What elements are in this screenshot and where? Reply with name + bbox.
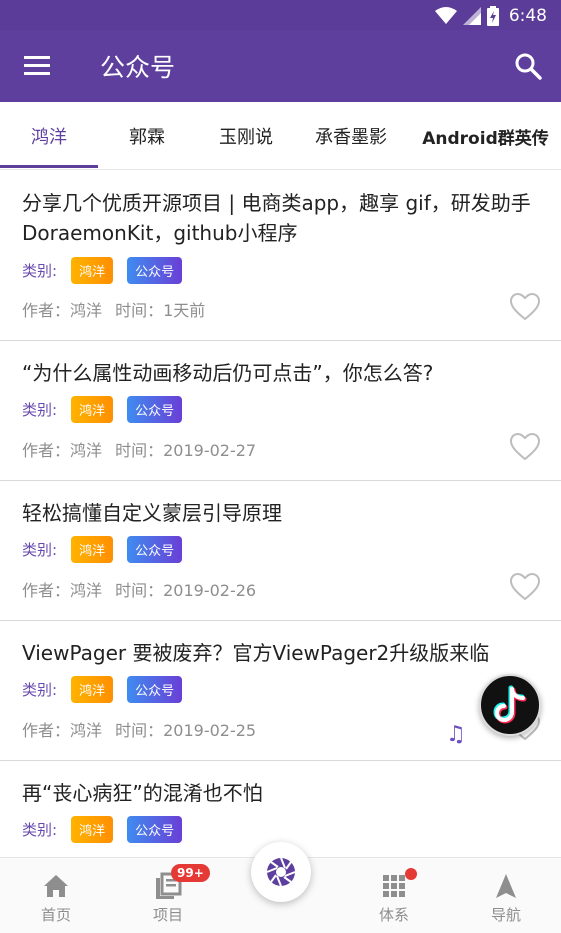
menu-button[interactable] xyxy=(22,52,54,80)
heart-icon[interactable] xyxy=(509,572,541,602)
nav-system-label: 体系 xyxy=(378,906,409,924)
battery-icon xyxy=(486,6,499,26)
category-label: 类别: xyxy=(22,681,58,699)
article-tags: 类别: 鸿洋 公众号 xyxy=(22,396,183,423)
category-label: 类别: xyxy=(22,401,58,419)
center-fab-button[interactable] xyxy=(251,842,311,902)
article-time: 时间：1天前 xyxy=(115,301,206,320)
channel-tag[interactable]: 公众号 xyxy=(127,536,183,563)
article-title: 分享几个优质开源项目 | 电商类app，趣享 gif，研发助手DoraemonK… xyxy=(22,191,531,245)
category-label: 类别: xyxy=(22,541,58,559)
tab-indicator xyxy=(0,165,98,168)
nav-system[interactable]: 体系 xyxy=(349,858,439,933)
channel-tag[interactable]: 公众号 xyxy=(127,676,183,703)
app-bar: 公众号 xyxy=(0,30,561,102)
heart-icon[interactable] xyxy=(509,292,541,322)
tab-guolin[interactable]: 郭霖 xyxy=(98,102,196,170)
article-time: 时间：2019-02-25 xyxy=(115,721,257,740)
grid-icon xyxy=(383,875,405,897)
author-tag[interactable]: 鸿洋 xyxy=(71,676,114,703)
channel-tag[interactable]: 公众号 xyxy=(127,396,183,423)
nav-navigation[interactable]: 导航 xyxy=(461,858,551,933)
status-time: 6:48 xyxy=(508,6,547,26)
article-card[interactable]: 轻松搞懂自定义蒙层引导原理 类别: 鸿洋 公众号 作者：鸿洋 时间：2019-0… xyxy=(0,481,561,621)
article-author: 作者：鸿洋 xyxy=(22,441,103,460)
search-icon xyxy=(515,53,542,80)
article-tags: 类别: 鸿洋 公众号 xyxy=(22,536,183,563)
wifi-icon xyxy=(434,7,457,25)
nav-project[interactable]: 99+ 项目 xyxy=(123,858,213,933)
signal-icon xyxy=(462,7,481,25)
heart-icon[interactable] xyxy=(509,432,541,462)
article-title: 轻松搞懂自定义蒙层引导原理 xyxy=(22,501,282,525)
channel-tag[interactable]: 公众号 xyxy=(127,816,183,843)
author-tag[interactable]: 鸿洋 xyxy=(71,816,114,843)
tiktok-floating-button[interactable] xyxy=(479,674,541,736)
article-title: 再“丧心病狂”的混淆也不怕 xyxy=(22,781,263,805)
status-icons: 6:48 xyxy=(434,5,547,27)
nav-home-label: 首页 xyxy=(40,906,71,924)
project-badge: 99+ xyxy=(171,864,210,882)
tab-android-qunyingzhuan[interactable]: Android群英传 xyxy=(410,102,561,170)
tab-bar: 鸿洋 郭霖 玉刚说 承香墨影 Android群英传 xyxy=(0,102,561,170)
article-time: 时间：2019-02-26 xyxy=(115,581,257,600)
article-tags: 类别: 鸿洋 公众号 xyxy=(22,676,183,703)
article-card[interactable]: ViewPager 要被废弃？官方ViewPager2升级版来临 类别: 鸿洋 … xyxy=(0,621,561,761)
article-meta: 作者：鸿洋 时间：2019-02-27 xyxy=(22,437,264,461)
tab-chengxiangmoying[interactable]: 承香墨影 xyxy=(296,102,406,170)
navigation-icon xyxy=(496,874,516,898)
article-title: “为什么属性动画移动后仍可点击”，你怎么答? xyxy=(22,361,434,385)
status-bar: 6:48 xyxy=(0,0,561,30)
system-notification-dot xyxy=(405,868,417,880)
article-tags: 类别: 鸿洋 公众号 xyxy=(22,816,183,843)
nav-navigation-label: 导航 xyxy=(490,906,521,924)
home-icon xyxy=(44,875,68,897)
author-tag[interactable]: 鸿洋 xyxy=(71,396,114,423)
article-tags: 类别: 鸿洋 公众号 xyxy=(22,257,183,284)
author-tag[interactable]: 鸿洋 xyxy=(71,536,114,563)
article-title: ViewPager 要被废弃？官方ViewPager2升级版来临 xyxy=(22,641,490,665)
article-author: 作者：鸿洋 xyxy=(22,301,103,320)
article-time: 时间：2019-02-27 xyxy=(115,441,257,460)
article-meta: 作者：鸿洋 时间：2019-02-26 xyxy=(22,577,264,601)
page-title: 公众号 xyxy=(100,53,176,82)
tab-hongyang[interactable]: 鸿洋 xyxy=(0,102,98,170)
category-label: 类别: xyxy=(22,262,58,280)
music-note-icon: ♫ xyxy=(446,722,466,747)
article-meta: 作者：鸿洋 时间：2019-02-25 xyxy=(22,717,264,741)
article-author: 作者：鸿洋 xyxy=(22,581,103,600)
nav-home[interactable]: 首页 xyxy=(11,858,101,933)
channel-tag[interactable]: 公众号 xyxy=(127,257,183,284)
aperture-icon xyxy=(266,857,296,887)
article-author: 作者：鸿洋 xyxy=(22,721,103,740)
tiktok-icon xyxy=(493,685,527,724)
article-meta: 作者：鸿洋 时间：1天前 xyxy=(22,297,213,321)
menu-icon xyxy=(24,56,50,75)
tab-yugangshuo[interactable]: 玉刚说 xyxy=(196,102,296,170)
author-tag[interactable]: 鸿洋 xyxy=(71,257,114,284)
article-card[interactable]: “为什么属性动画移动后仍可点击”，你怎么答? 类别: 鸿洋 公众号 作者：鸿洋 … xyxy=(0,341,561,481)
category-label: 类别: xyxy=(22,821,58,839)
search-button[interactable] xyxy=(512,50,544,82)
nav-project-label: 项目 xyxy=(152,906,183,924)
article-card[interactable]: 分享几个优质开源项目 | 电商类app，趣享 gif，研发助手DoraemonK… xyxy=(0,171,561,341)
